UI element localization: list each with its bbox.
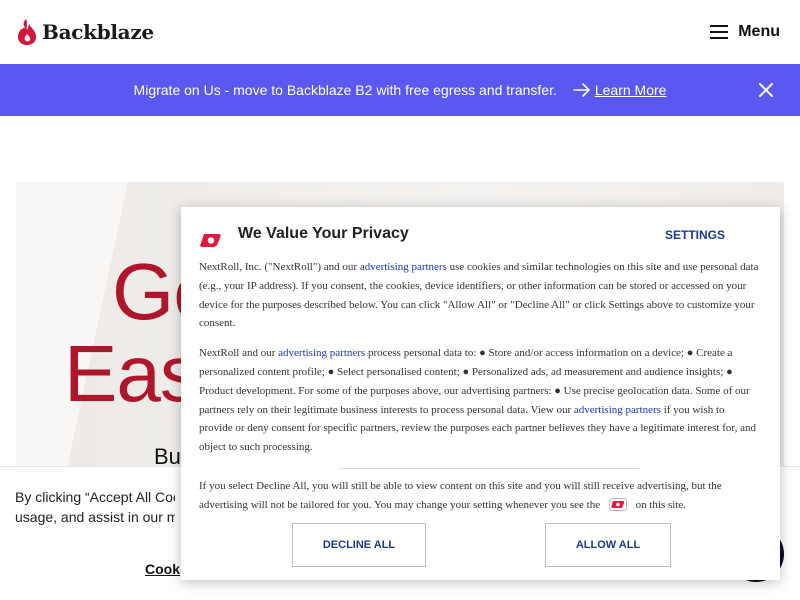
advertising-partners-link-3[interactable]: advertising partners — [574, 404, 661, 416]
flame-icon — [18, 19, 36, 45]
modal-divider — [339, 467, 639, 469]
menu-button[interactable]: Menu — [710, 23, 780, 41]
close-icon[interactable] — [756, 80, 776, 100]
learn-more-link[interactable]: Learn More — [595, 82, 667, 98]
promo-text: Migrate on Us - move to Backblaze B2 wit… — [133, 82, 557, 98]
advertising-partners-link-1[interactable]: advertising partners — [360, 261, 447, 273]
modal-p3-text-b: on this site. — [632, 498, 687, 511]
backblaze-logo[interactable]: Backblaze — [16, 18, 154, 46]
promo-banner: Migrate on Us - move to Backblaze B2 wit… — [0, 64, 800, 116]
advertising-partners-link-2[interactable]: advertising partners — [278, 347, 365, 359]
nextroll-badge-icon — [608, 497, 627, 511]
hamburger-icon — [710, 25, 729, 39]
modal-paragraph-3: If you select Decline All, you will stil… — [199, 477, 759, 515]
modal-body: NextRoll, Inc. ("NextRoll") and our adve… — [199, 257, 759, 519]
hero-headline-line2: Eas — [64, 329, 200, 418]
cookie-text-line1: By clicking “Accept All Cook — [15, 489, 175, 505]
modal-settings-link[interactable]: SETTINGS — [665, 228, 725, 242]
menu-label: Menu — [738, 23, 780, 40]
modal-actions: DECLINE ALL ALLOW ALL — [181, 523, 780, 567]
cookie-settings-link[interactable]: Cook — [145, 561, 180, 577]
cookie-consent-text: By clicking “Accept All Cook usage, and … — [15, 487, 175, 527]
modal-title: We Value Your Privacy — [238, 225, 409, 242]
nextroll-icon — [200, 234, 221, 247]
allow-all-button[interactable]: ALLOW ALL — [545, 523, 671, 567]
modal-p2-text-a: NextRoll and our — [199, 347, 279, 360]
arrow-right-icon — [573, 83, 590, 97]
privacy-modal: We Value Your Privacy SETTINGS NextRoll,… — [181, 207, 780, 580]
modal-p1-text-a: NextRoll, Inc. ("NextRoll") and our — [199, 261, 360, 273]
cookie-text-line2: usage, and assist in our mark — [15, 509, 175, 525]
brand-name: Backblaze — [42, 20, 154, 44]
modal-header: We Value Your Privacy SETTINGS — [181, 207, 780, 257]
decline-all-button[interactable]: DECLINE ALL — [292, 523, 426, 567]
site-header: Backblaze Menu — [0, 0, 800, 64]
modal-paragraph-1: NextRoll, Inc. ("NextRoll") and our adve… — [199, 258, 759, 333]
modal-paragraph-2: NextRoll and our advertising partners pr… — [199, 344, 759, 457]
